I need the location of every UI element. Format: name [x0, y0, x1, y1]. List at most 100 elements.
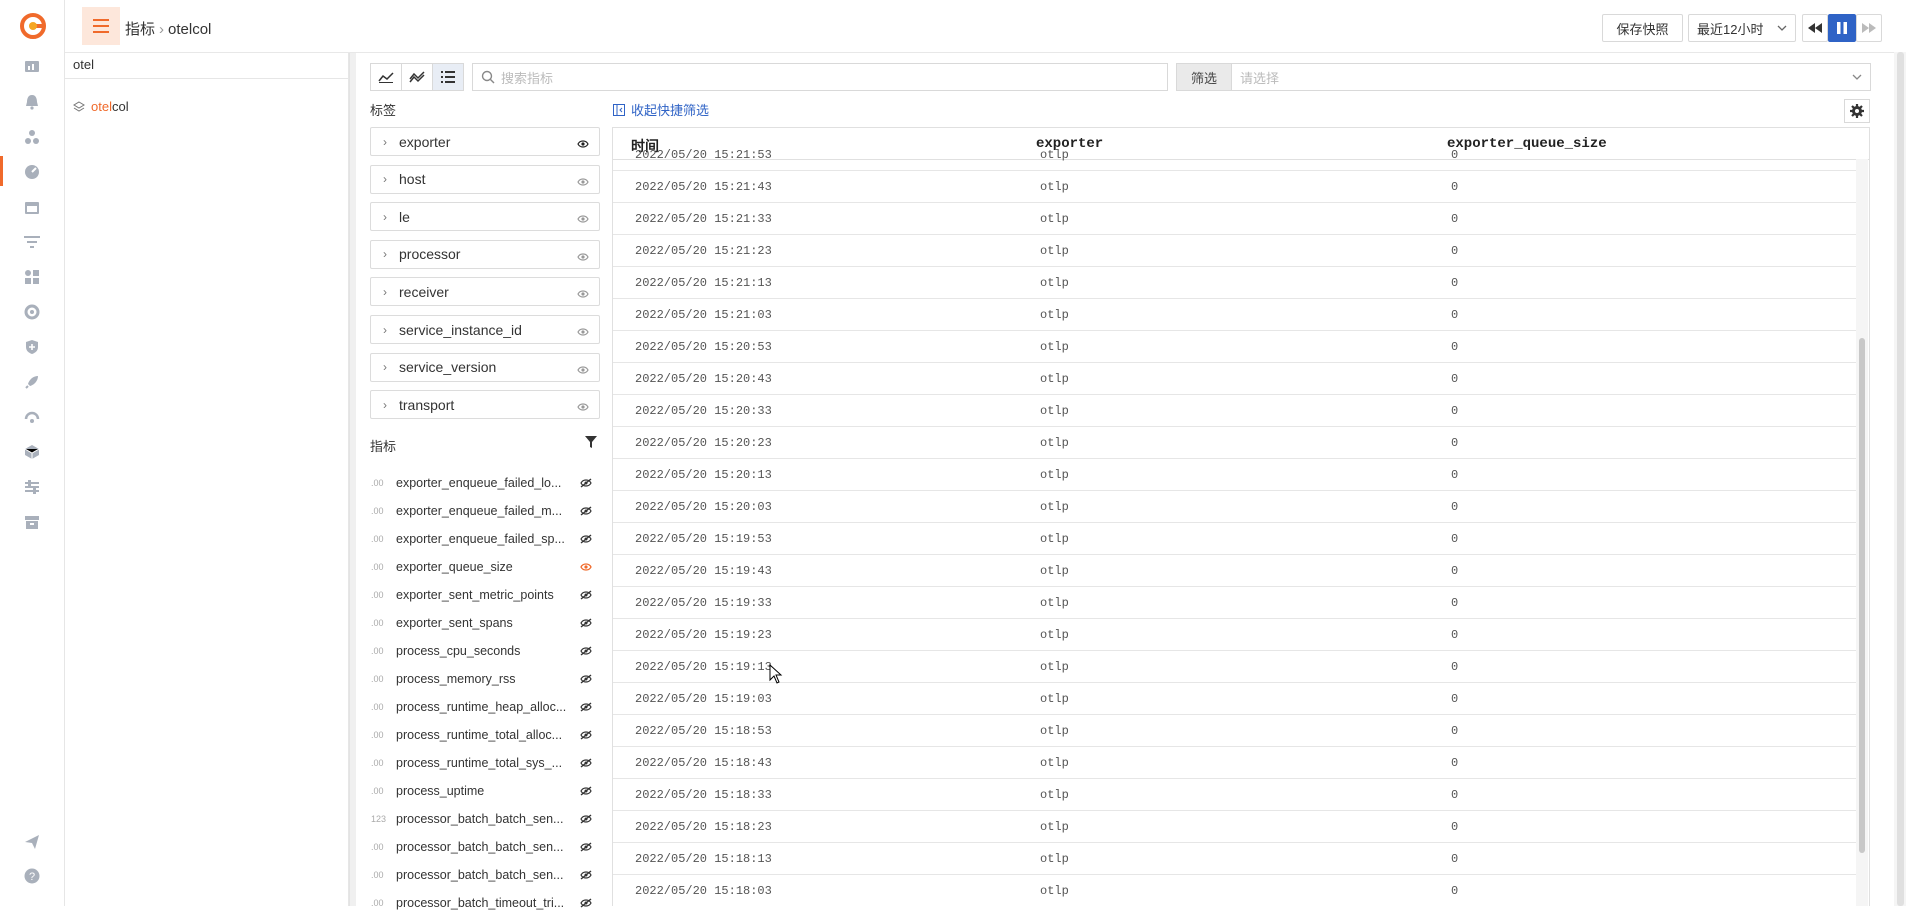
table-scrollbar-thumb[interactable]: [1859, 338, 1865, 853]
metric-item[interactable]: .00 process_runtime_heap_alloc...: [370, 696, 600, 718]
metric-item[interactable]: .00 processor_batch_batch_sen...: [370, 864, 600, 886]
metric-item[interactable]: .00 process_uptime: [370, 780, 600, 802]
menu-toggle-button[interactable]: [82, 7, 120, 45]
table-row[interactable]: 2022/05/20 15:21:33 otlp 0: [613, 203, 1856, 235]
tag-visibility-toggle[interactable]: [577, 136, 589, 152]
tag-visibility-toggle[interactable]: [577, 249, 589, 265]
table-row[interactable]: 2022/05/20 15:20:33 otlp 0: [613, 395, 1856, 427]
table-row[interactable]: 2022/05/20 15:21:13 otlp 0: [613, 267, 1856, 299]
metric-visibility-toggle[interactable]: [580, 869, 592, 883]
metric-visibility-toggle[interactable]: [580, 785, 592, 799]
metric-item[interactable]: 123 processor_batch_batch_sen...: [370, 808, 600, 830]
tree-search-input[interactable]: otel: [65, 53, 348, 79]
multi-line-view-button[interactable]: [402, 64, 433, 90]
metrics-gauge-icon[interactable]: [22, 162, 42, 182]
metric-item[interactable]: .00 process_runtime_total_alloc...: [370, 724, 600, 746]
table-row[interactable]: 2022/05/20 15:21:23 otlp 0: [613, 235, 1856, 267]
topology-icon[interactable]: [22, 127, 42, 147]
help-icon[interactable]: ?: [22, 866, 42, 886]
tag-visibility-toggle[interactable]: [577, 174, 589, 190]
table-row[interactable]: 2022/05/20 15:18:03 otlp 0: [613, 875, 1856, 906]
metric-visibility-toggle[interactable]: [580, 505, 592, 519]
metric-item[interactable]: .00 exporter_enqueue_failed_lo...: [370, 472, 600, 494]
tag-item[interactable]: › transport: [370, 390, 600, 420]
table-row[interactable]: 2022/05/20 15:21:43 otlp 0: [613, 171, 1856, 203]
metric-item[interactable]: .00 exporter_enqueue_failed_sp...: [370, 528, 600, 550]
tag-visibility-toggle[interactable]: [577, 324, 589, 340]
table-row[interactable]: 2022/05/20 15:19:13 otlp 0: [613, 651, 1856, 683]
tag-item[interactable]: › service_version: [370, 352, 600, 382]
table-row[interactable]: 2022/05/20 15:18:23 otlp 0: [613, 811, 1856, 843]
save-snapshot-button[interactable]: 保存快照: [1602, 14, 1683, 42]
table-row[interactable]: 2022/05/20 15:19:23 otlp 0: [613, 619, 1856, 651]
metric-item[interactable]: .00 exporter_queue_size: [370, 556, 600, 578]
tag-visibility-toggle[interactable]: [577, 286, 589, 302]
metric-visibility-toggle[interactable]: [580, 841, 592, 855]
alarm-bell-icon[interactable]: [22, 92, 42, 112]
metric-item[interactable]: .00 processor_batch_batch_sen...: [370, 836, 600, 858]
table-row[interactable]: 2022/05/20 15:18:33 otlp 0: [613, 779, 1856, 811]
metric-filter-button[interactable]: [585, 436, 597, 451]
metric-visibility-toggle[interactable]: [580, 645, 592, 659]
network-signal-icon[interactable]: [22, 407, 42, 427]
app-logo-icon[interactable]: [20, 13, 46, 39]
collapse-quick-filter-link[interactable]: 收起快捷筛选: [613, 100, 709, 119]
page-scrollbar-thumb[interactable]: [1897, 52, 1904, 906]
tag-visibility-toggle[interactable]: [577, 362, 589, 378]
metric-item[interactable]: .00 exporter_enqueue_failed_m...: [370, 500, 600, 522]
tag-visibility-toggle[interactable]: [577, 399, 589, 415]
metric-visibility-toggle[interactable]: [580, 477, 592, 491]
table-row[interactable]: 2022/05/20 15:21:53 otlp 0: [613, 139, 1856, 171]
table-row[interactable]: 2022/05/20 15:19:33 otlp 0: [613, 587, 1856, 619]
table-row[interactable]: 2022/05/20 15:18:43 otlp 0: [613, 747, 1856, 779]
filter-list-icon[interactable]: [22, 232, 42, 252]
filter-select[interactable]: 请选择: [1231, 63, 1871, 91]
table-row[interactable]: 2022/05/20 15:19:43 otlp 0: [613, 555, 1856, 587]
metric-visibility-toggle[interactable]: [580, 729, 592, 743]
send-icon[interactable]: [22, 832, 42, 852]
tag-item[interactable]: › receiver: [370, 277, 600, 307]
tag-item[interactable]: › exporter: [370, 127, 600, 156]
metric-visibility-toggle[interactable]: [580, 897, 592, 911]
metric-item[interactable]: .00 process_runtime_total_sys_...: [370, 752, 600, 774]
table-row[interactable]: 2022/05/20 15:19:03 otlp 0: [613, 683, 1856, 715]
table-row[interactable]: 2022/05/20 15:18:13 otlp 0: [613, 843, 1856, 875]
dashboard-icon[interactable]: [22, 57, 42, 77]
sliders-icon[interactable]: [22, 477, 42, 497]
metric-visibility-toggle[interactable]: [580, 757, 592, 771]
metric-visibility-toggle[interactable]: [580, 673, 592, 687]
security-shield-icon[interactable]: [22, 337, 42, 357]
tag-visibility-toggle[interactable]: [577, 211, 589, 227]
fast-forward-button[interactable]: [1856, 14, 1882, 42]
table-row[interactable]: 2022/05/20 15:21:03 otlp 0: [613, 299, 1856, 331]
satellite-icon[interactable]: [22, 302, 42, 322]
metric-visibility-toggle[interactable]: [580, 617, 592, 631]
metric-item[interactable]: .00 processor_batch_timeout_tri...: [370, 892, 600, 914]
metric-item[interactable]: .00 process_memory_rss: [370, 668, 600, 690]
cube-icon[interactable]: [22, 442, 42, 462]
metric-item[interactable]: .00 exporter_sent_spans: [370, 612, 600, 634]
pause-button[interactable]: [1828, 14, 1856, 42]
panel-splitter[interactable]: [349, 53, 356, 906]
metric-visibility-toggle[interactable]: [580, 701, 592, 715]
metric-visibility-toggle[interactable]: [580, 589, 592, 603]
breadcrumb-parent[interactable]: 指标: [125, 21, 155, 38]
tag-item[interactable]: › host: [370, 164, 600, 194]
table-settings-button[interactable]: [1844, 99, 1870, 123]
calendar-icon[interactable]: [22, 197, 42, 217]
apps-grid-icon[interactable]: [22, 267, 42, 287]
tag-item[interactable]: › le: [370, 202, 600, 232]
table-view-button[interactable]: [433, 64, 463, 90]
rocket-icon[interactable]: [22, 372, 42, 392]
metric-item[interactable]: .00 process_cpu_seconds: [370, 640, 600, 662]
metric-visibility-toggle[interactable]: [580, 813, 592, 827]
tree-node-otelcol[interactable]: otelcol: [73, 99, 129, 114]
table-row[interactable]: 2022/05/20 15:20:43 otlp 0: [613, 363, 1856, 395]
time-range-select[interactable]: 最近12小时: [1688, 14, 1796, 42]
tag-item[interactable]: › processor: [370, 239, 600, 269]
metric-item[interactable]: .00 exporter_sent_metric_points: [370, 584, 600, 606]
metric-visibility-toggle[interactable]: [580, 561, 592, 575]
line-chart-view-button[interactable]: [371, 64, 402, 90]
table-row[interactable]: 2022/05/20 15:20:03 otlp 0: [613, 491, 1856, 523]
table-row[interactable]: 2022/05/20 15:20:53 otlp 0: [613, 331, 1856, 363]
